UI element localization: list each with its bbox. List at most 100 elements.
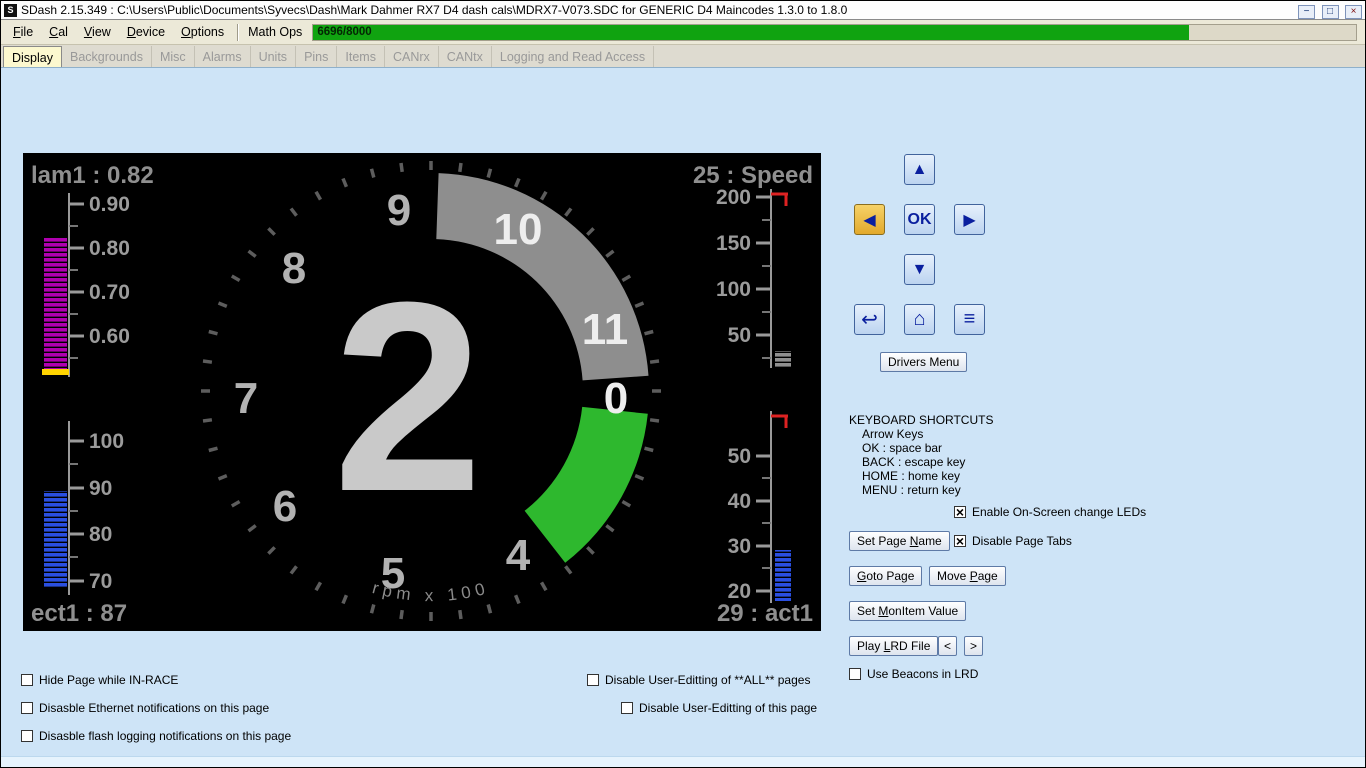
ect1-tick-label: 70	[89, 570, 112, 593]
menu-cal[interactable]: Cal	[41, 22, 76, 42]
tab-backgrounds[interactable]: Backgrounds	[62, 46, 152, 67]
ect1-tick-label: 100	[89, 430, 124, 453]
tab-logging-read-access[interactable]: Logging and Read Access	[492, 46, 654, 67]
gear-indicator: 2	[333, 247, 483, 548]
lrd-prev-button[interactable]: <	[938, 636, 957, 656]
menu-file[interactable]: File	[5, 22, 41, 42]
tab-bar: Display Backgrounds Misc Alarms Units Pi…	[1, 45, 1365, 68]
shortcut-line: Arrow Keys	[849, 427, 993, 441]
keyboard-shortcuts: KEYBOARD SHORTCUTS Arrow Keys OK : space…	[849, 413, 993, 497]
enable-onscreen-leds-label: Enable On-Screen change LEDs	[972, 505, 1146, 519]
act1-value-label: 29 : act1	[717, 600, 813, 627]
tab-pins[interactable]: Pins	[296, 46, 337, 67]
tab-alarms[interactable]: Alarms	[195, 46, 251, 67]
up-arrow-icon: ▲	[912, 161, 928, 179]
tach-number: 9	[387, 186, 411, 235]
act1-tick-label: 30	[728, 535, 751, 558]
math-ops-progress-text: 6696/8000	[313, 26, 371, 38]
speed-tick-label: 100	[716, 278, 751, 301]
tab-units[interactable]: Units	[251, 46, 296, 67]
disable-ethernet-notifications-label: Disasble Ethernet notifications on this …	[39, 701, 269, 715]
shortcut-line: HOME : home key	[849, 469, 993, 483]
tab-cantx[interactable]: CANtx	[439, 46, 492, 67]
set-page-name-button[interactable]: Set Page Name	[849, 531, 950, 551]
disable-user-editing-all-pages-label: Disable User-Editting of **ALL** pages	[605, 673, 810, 687]
enable-onscreen-leds-checkbox[interactable]	[954, 506, 966, 518]
disable-page-tabs-checkbox[interactable]	[954, 535, 966, 547]
ect1-value-label: ect1 : 87	[31, 600, 127, 627]
nav-down-button[interactable]: ▼	[904, 254, 935, 285]
menu-view[interactable]: View	[76, 22, 119, 42]
disable-flash-logging-notifications-checkbox[interactable]	[21, 730, 33, 742]
main-panel: lam1 : 0.82 25 : Speed ect1 : 87 29 : ac…	[1, 68, 1365, 767]
hide-page-inrace-label: Hide Page while IN-RACE	[39, 673, 178, 687]
goto-page-button[interactable]: Goto Page	[849, 566, 922, 586]
act1-bar	[775, 550, 791, 601]
tach-number: 11	[582, 305, 629, 354]
disable-user-editing-all-pages-checkbox[interactable]	[587, 674, 599, 686]
speed-tick-label: 150	[716, 232, 751, 255]
menu-options[interactable]: Options	[173, 22, 232, 42]
shortcut-line: OK : space bar	[849, 441, 993, 455]
act1-tick-label: 20	[728, 580, 751, 603]
disable-user-editing-this-page-label: Disable User-Editting of this page	[639, 701, 817, 715]
nav-left-button[interactable]: ◀	[854, 204, 885, 235]
ect1-bar	[44, 491, 67, 587]
play-lrd-file-button[interactable]: Play LRD File	[849, 636, 938, 656]
menu-device[interactable]: Device	[119, 22, 173, 42]
dash-preview[interactable]: lam1 : 0.82 25 : Speed ect1 : 87 29 : ac…	[23, 153, 821, 631]
speed-value-label: 25 : Speed	[693, 162, 813, 189]
lam1-tick-label: 0.90	[89, 193, 130, 216]
tab-display[interactable]: Display	[3, 46, 62, 67]
toolbar-separator	[237, 24, 239, 41]
title-bar: S SDash 2.15.349 : C:\Users\Public\Docum…	[1, 1, 1365, 20]
act1-tick-label: 40	[728, 490, 751, 513]
close-button[interactable]: ×	[1345, 5, 1362, 19]
lam1-tick-label: 0.60	[89, 325, 130, 348]
nav-menu-button[interactable]: ≡	[954, 304, 985, 335]
math-ops-progress-fill: 6696/8000	[313, 25, 1189, 40]
lrd-next-button[interactable]: >	[964, 636, 983, 656]
use-beacons-label: Use Beacons in LRD	[867, 667, 978, 681]
ect1-tick-label: 90	[89, 477, 112, 500]
tach-number: 8	[282, 244, 306, 293]
maximize-button[interactable]: □	[1322, 5, 1339, 19]
speed-bar	[775, 351, 791, 367]
back-arrow-icon: ↩	[861, 307, 878, 332]
app-window: S SDash 2.15.349 : C:\Users\Public\Docum…	[0, 0, 1366, 768]
use-beacons-checkbox[interactable]	[849, 668, 861, 680]
math-ops-label: Math Ops	[244, 25, 312, 39]
nav-back-button[interactable]: ↩	[854, 304, 885, 335]
disable-page-tabs-label: Disable Page Tabs	[972, 534, 1072, 548]
nav-ok-button[interactable]: OK	[904, 204, 935, 235]
tab-misc[interactable]: Misc	[152, 46, 195, 67]
tach-number: 0	[604, 374, 628, 423]
nav-right-button[interactable]: ▶	[954, 204, 985, 235]
tach-number: 10	[494, 205, 543, 254]
lam1-marker	[42, 369, 69, 375]
lam1-tick-label: 0.80	[89, 237, 130, 260]
ect1-tick-label: 80	[89, 523, 112, 546]
nav-home-button[interactable]: ⌂	[904, 304, 935, 335]
nav-up-button[interactable]: ▲	[904, 154, 935, 185]
shortcut-line: MENU : return key	[849, 483, 993, 497]
tab-canrx[interactable]: CANrx	[385, 46, 439, 67]
speed-tick-label: 200	[716, 186, 751, 209]
speed-tick-label: 50	[728, 324, 751, 347]
hide-page-inrace-checkbox[interactable]	[21, 674, 33, 686]
move-page-button[interactable]: Move Page	[929, 566, 1006, 586]
shortcuts-title: KEYBOARD SHORTCUTS	[849, 413, 993, 427]
disable-ethernet-notifications-checkbox[interactable]	[21, 702, 33, 714]
tab-items[interactable]: Items	[337, 46, 385, 67]
drivers-menu-button[interactable]: Drivers Menu	[880, 352, 967, 372]
math-ops-progressbar: 6696/8000	[312, 24, 1357, 41]
set-monitem-value-button[interactable]: Set MonItem Value	[849, 601, 966, 621]
minimize-button[interactable]: −	[1298, 5, 1315, 19]
window-title: SDash 2.15.349 : C:\Users\Public\Documen…	[21, 3, 1296, 17]
lam1-bar	[44, 238, 67, 370]
menu-bar: File Cal View Device Options Math Ops 66…	[1, 20, 1365, 45]
disable-user-editing-this-page-checkbox[interactable]	[621, 702, 633, 714]
tach-number: 6	[273, 482, 297, 531]
app-icon: S	[4, 4, 17, 17]
left-arrow-icon: ◀	[863, 210, 875, 230]
